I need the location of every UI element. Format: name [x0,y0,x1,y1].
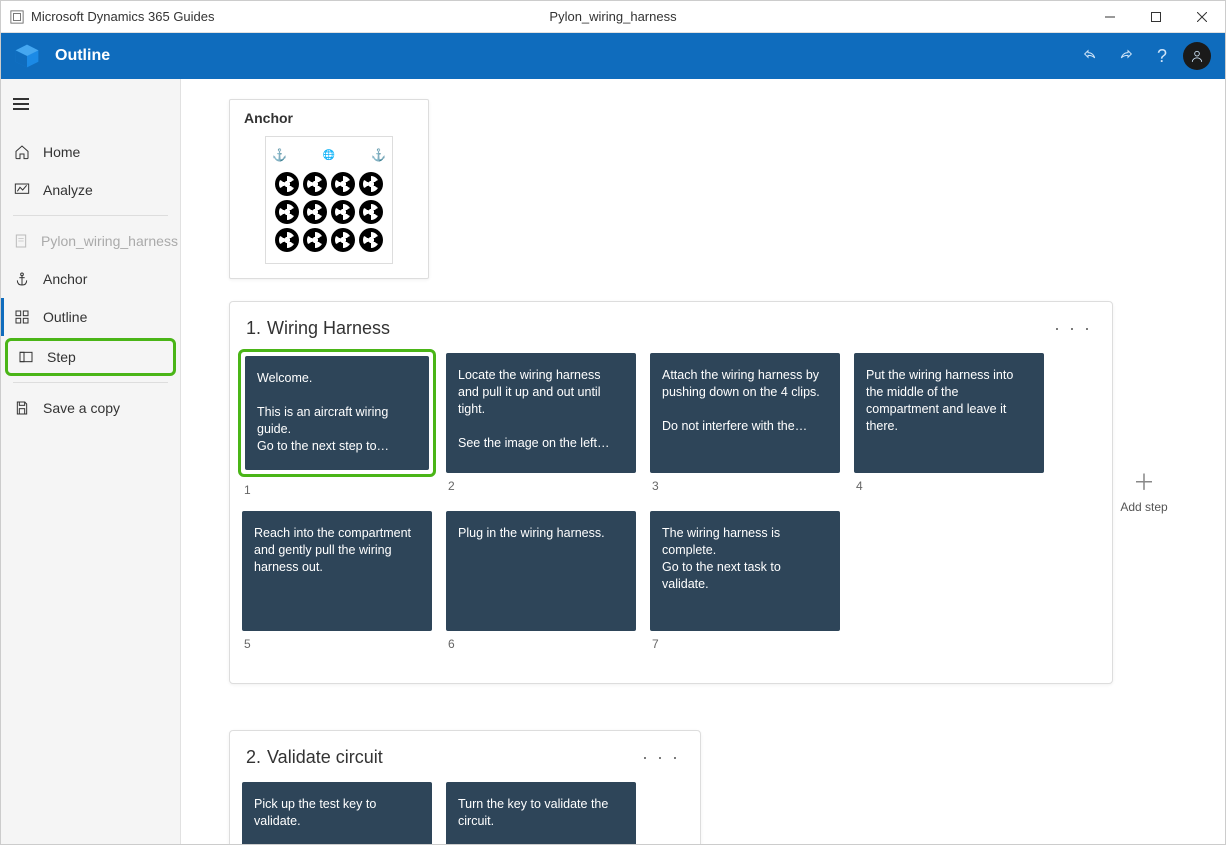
step-card-text: The wiring harness is complete. Go to th… [662,526,781,591]
sidebar-item-label: Step [47,349,76,365]
hamburger-menu-button[interactable] [1,85,180,123]
step-number: 4 [856,479,1058,493]
task-more-button[interactable]: · · · [638,747,684,768]
step-card-text: Put the wiring harness into the middle o… [866,368,1013,433]
sidebar-separator [13,382,168,383]
task-panel-2: 2. Validate circuit · · · Pick up the te… [229,730,701,844]
maximize-button[interactable] [1133,1,1179,32]
step-card[interactable]: The wiring harness is complete. Go to th… [650,511,840,631]
user-avatar[interactable] [1183,42,1211,70]
document-title: Pylon_wiring_harness [549,9,676,24]
anchor-card[interactable]: Anchor ⚓ 🌐 ⚓ [229,99,429,279]
step-card-text: Reach into the compartment and gently pu… [254,526,411,574]
marker-dot-icon [275,200,299,224]
step-card[interactable]: Pick up the test key to validate. [242,782,432,844]
anchor-preview: ⚓ 🌐 ⚓ [265,136,393,264]
marker-dot-icon [303,228,327,252]
marker-dot-icon [359,172,383,196]
marker-dot-icon [331,200,355,224]
anchor-marker-icon: ⚓ [371,148,386,162]
task-number: 1. [246,318,261,339]
step-card-text: Pick up the test key to validate. [254,797,376,828]
task-name[interactable]: Validate circuit [267,747,383,768]
marker-dot-icon [331,228,355,252]
step-card-text: Turn the key to validate the circuit. [458,797,608,828]
sidebar-item-outline[interactable]: Outline [1,298,180,336]
marker-dot-icon [303,172,327,196]
step-card[interactable]: Put the wiring harness into the middle o… [854,353,1044,473]
analyze-icon [13,181,31,199]
step-card[interactable]: Attach the wiring harness by pushing dow… [650,353,840,473]
sidebar-item-guide-name: Pylon_wiring_harness [1,222,180,260]
step-icon [17,348,35,366]
page-title: Outline [55,47,110,65]
step-card-selected[interactable]: Welcome. This is an aircraft wiring guid… [238,349,436,477]
task-more-button[interactable]: · · · [1050,318,1096,339]
task-number: 2. [246,747,261,768]
anchor-card-title: Anchor [230,100,428,136]
globe-icon: 🌐 [323,150,335,161]
step-number: 1 [244,483,446,497]
step-card-text: Plug in the wiring harness. [458,526,605,540]
task-panel-1: 1. Wiring Harness · · · Welcome. This is… [229,301,1113,684]
sidebar-item-label: Anchor [43,271,87,287]
anchor-marker-icon: ⚓ [272,148,287,162]
step-number: 2 [448,479,650,493]
sidebar-item-label: Pylon_wiring_harness [41,233,178,249]
step-card[interactable]: Locate the wiring harness and pull it up… [446,353,636,473]
step-card[interactable]: Plug in the wiring harness. [446,511,636,631]
marker-dot-icon [303,200,327,224]
document-icon [13,232,29,250]
sidebar-item-save-copy[interactable]: Save a copy [1,389,180,427]
step-card[interactable]: Turn the key to validate the circuit. [446,782,636,844]
save-icon [13,399,31,417]
sidebar-item-label: Analyze [43,182,93,198]
step-card[interactable]: Reach into the compartment and gently pu… [242,511,432,631]
sidebar-item-analyze[interactable]: Analyze [1,171,180,209]
sidebar-item-label: Outline [43,309,87,325]
task-name[interactable]: Wiring Harness [267,318,390,339]
step-number: 7 [652,637,854,651]
step-number: 5 [244,637,446,651]
plus-icon: ＋ [1114,472,1174,494]
app-name: Microsoft Dynamics 365 Guides [31,9,215,24]
sidebar-item-label: Save a copy [43,400,120,416]
sidebar-item-label: Home [43,144,80,160]
step-card-text: Welcome. This is an aircraft wiring guid… [245,356,429,470]
home-icon [13,143,31,161]
marker-dot-icon [275,228,299,252]
window-titlebar: Microsoft Dynamics 365 Guides Pylon_wiri… [1,1,1225,33]
step-number: 6 [448,637,650,651]
close-button[interactable] [1179,1,1225,32]
marker-dot-icon [275,172,299,196]
anchor-icon [13,270,31,288]
outline-icon [13,308,31,326]
guides-logo-icon [13,42,41,70]
content-area: Anchor ⚓ 🌐 ⚓ 1. Wiring Harness · · · [181,79,1225,844]
marker-dot-icon [359,228,383,252]
step-number: 3 [652,479,854,493]
redo-button[interactable] [1111,41,1141,71]
sidebar-item-home[interactable]: Home [1,133,180,171]
help-button[interactable]: ? [1147,41,1177,71]
sidebar-item-step[interactable]: Step [5,338,176,376]
app-bar: Outline ? [1,33,1225,79]
add-step-label: Add step [1114,500,1174,514]
sidebar-item-anchor[interactable]: Anchor [1,260,180,298]
step-card-text: Attach the wiring harness by pushing dow… [662,368,820,433]
app-icon [9,9,25,25]
add-step-button[interactable]: ＋ Add step [1114,472,1174,514]
marker-dot-icon [331,172,355,196]
sidebar: Home Analyze Pylon_wiring_harness Anchor [1,79,181,844]
minimize-button[interactable] [1087,1,1133,32]
sidebar-separator [13,215,168,216]
undo-button[interactable] [1075,41,1105,71]
marker-dot-icon [359,200,383,224]
step-card-text: Locate the wiring harness and pull it up… [458,368,609,450]
